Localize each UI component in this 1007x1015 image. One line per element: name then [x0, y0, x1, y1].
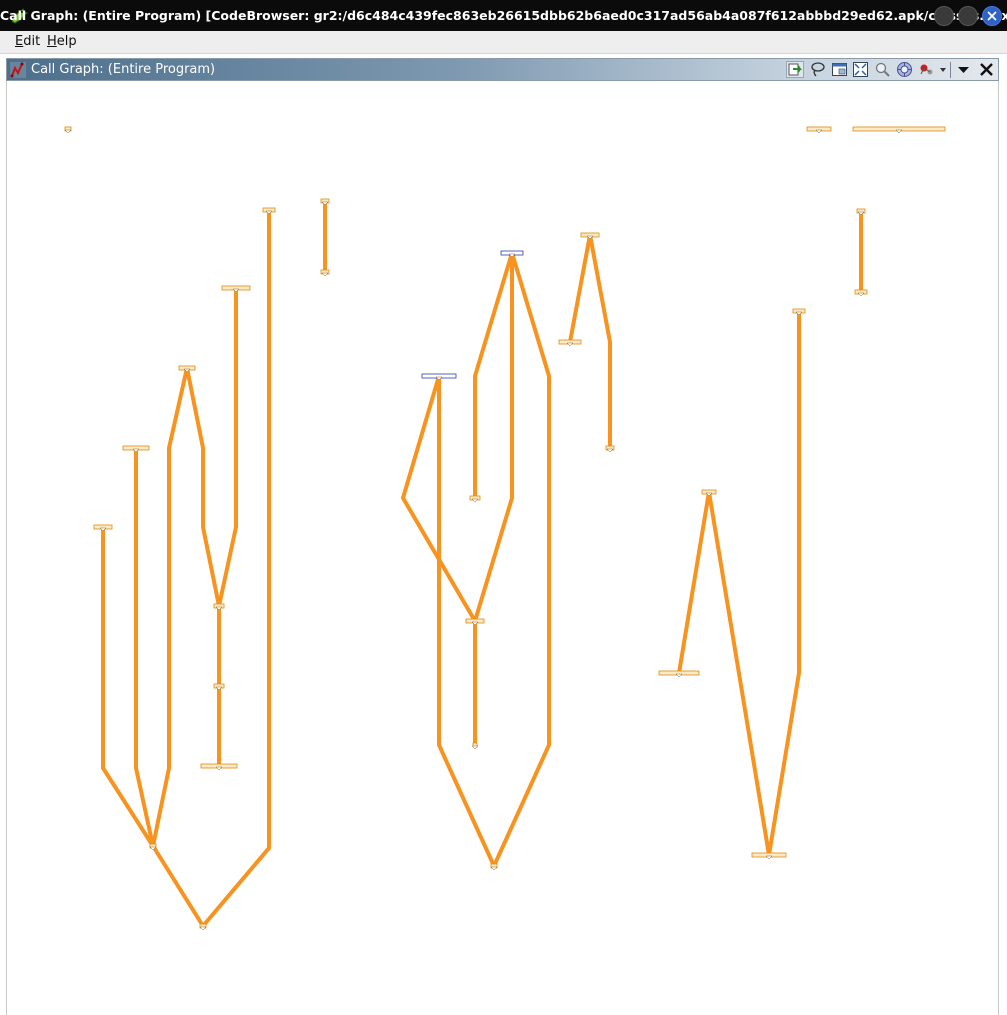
display-options-icon: [920, 64, 946, 75]
function-vertex[interactable]: [792, 308, 806, 316]
layout-button[interactable]: [896, 61, 914, 78]
function-vertex[interactable]: [854, 289, 868, 297]
function-vertex[interactable]: [178, 365, 196, 373]
window-titlebar: Call Graph: (Entire Program) [CodeBrowse…: [0, 0, 1007, 31]
function-vertex[interactable]: [200, 763, 238, 771]
menu-help[interactable]: Help: [47, 34, 77, 49]
function-vertex[interactable]: [320, 269, 330, 277]
call-edge[interactable]: [185, 367, 221, 607]
function-vertex[interactable]: [421, 373, 457, 381]
function-vertex[interactable]: [199, 923, 207, 931]
close-window-button[interactable]: [982, 6, 1002, 26]
window-title: Call Graph: (Entire Program) [CodeBrowse…: [0, 8, 1007, 23]
close-provider-button[interactable]: [978, 61, 996, 78]
maximize-button[interactable]: [958, 6, 978, 26]
display-options-button[interactable]: [918, 61, 946, 78]
menu-bar: Edit Help: [0, 31, 1007, 54]
sync-selection-icon: [788, 63, 802, 76]
function-vertex[interactable]: [465, 618, 485, 626]
close-icon: [980, 63, 993, 76]
function-vertex[interactable]: [122, 445, 150, 453]
lasso-button[interactable]: [809, 61, 827, 78]
call-edge[interactable]: [492, 252, 551, 867]
function-vertex[interactable]: [213, 603, 225, 611]
function-vertex[interactable]: [856, 208, 866, 216]
function-vertex[interactable]: [658, 670, 700, 678]
function-vertex[interactable]: [490, 863, 498, 871]
function-vertex[interactable]: [806, 126, 832, 134]
function-vertex[interactable]: [580, 232, 600, 240]
call-edge[interactable]: [677, 491, 711, 674]
call-edge[interactable]: [473, 252, 514, 498]
call-edge[interactable]: [707, 491, 771, 856]
toolbar-separator: [950, 62, 951, 78]
call-edge[interactable]: [568, 234, 592, 343]
function-vertex[interactable]: [221, 285, 251, 293]
menu-edit[interactable]: Edit: [15, 34, 40, 49]
local-menu-button[interactable]: [955, 61, 973, 78]
function-vertex[interactable]: [93, 524, 113, 532]
call-graph[interactable]: [7, 81, 1000, 1015]
function-vertex[interactable]: [701, 489, 717, 497]
function-vertex[interactable]: [852, 126, 946, 134]
function-vertex[interactable]: [213, 683, 225, 691]
function-vertex[interactable]: [471, 742, 479, 750]
provider-title: Call Graph: (Entire Program): [31, 62, 216, 77]
call-edge[interactable]: [151, 844, 205, 928]
dropdown-arrow-icon: [958, 67, 969, 73]
call-edge[interactable]: [101, 527, 155, 848]
function-vertex[interactable]: [469, 495, 481, 503]
function-vertex[interactable]: [320, 198, 330, 206]
call-edge[interactable]: [151, 367, 189, 847]
function-vertex[interactable]: [751, 852, 787, 860]
component-provider-header: Call Graph: (Entire Program): [6, 58, 999, 81]
close-icon: [987, 11, 997, 21]
function-vertex[interactable]: [262, 207, 276, 215]
call-edge[interactable]: [588, 234, 612, 448]
satellite-view-icon: [832, 63, 847, 76]
lasso-icon: [811, 62, 825, 77]
call-edge[interactable]: [217, 288, 238, 607]
call-edge[interactable]: [134, 448, 155, 847]
satellite-view-button[interactable]: [831, 61, 849, 78]
sync-selection-button[interactable]: [786, 61, 804, 78]
call-graph-icon: [10, 62, 26, 78]
zoom-button[interactable]: [874, 61, 892, 78]
minimize-button[interactable]: [934, 6, 954, 26]
fit-to-window-icon: [853, 62, 868, 77]
zoom-icon: [875, 62, 890, 77]
function-vertex[interactable]: [64, 126, 72, 134]
graph-canvas[interactable]: [6, 81, 999, 1015]
function-vertex[interactable]: [605, 445, 615, 453]
layout-icon: [897, 62, 912, 77]
call-edge[interactable]: [767, 311, 801, 856]
fit-to-window-button[interactable]: [852, 61, 870, 78]
function-vertex[interactable]: [558, 339, 582, 347]
function-vertex[interactable]: [500, 250, 524, 258]
